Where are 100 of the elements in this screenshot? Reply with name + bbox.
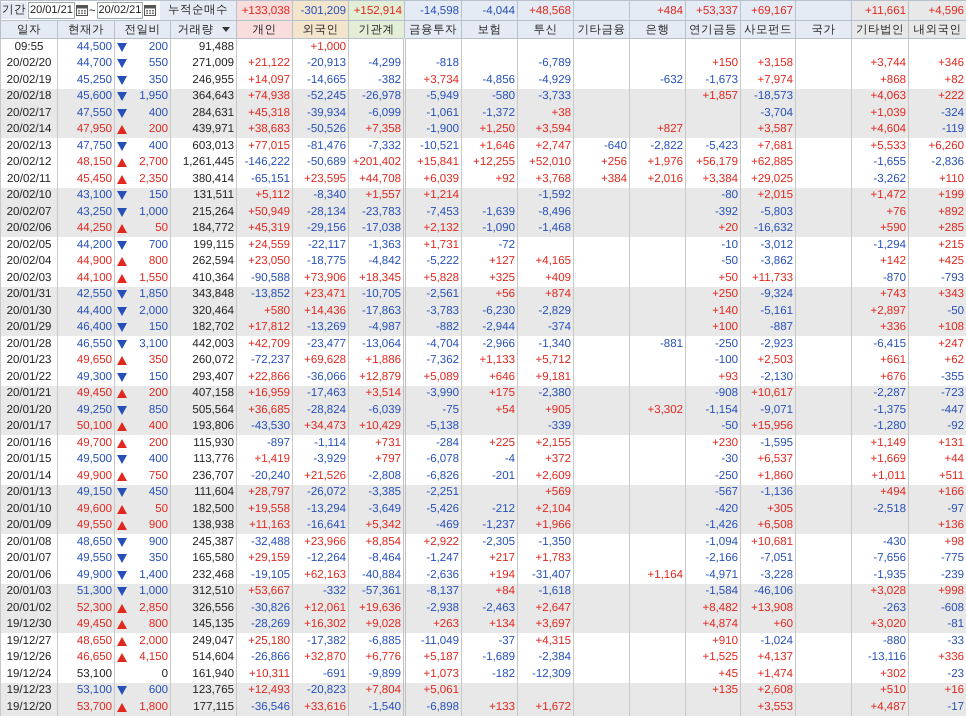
table-cell: +4,874	[686, 616, 740, 633]
column-header[interactable]: 금융투자	[404, 20, 462, 38]
change-value: 2,850	[139, 600, 168, 616]
table-cell: +29,159	[236, 550, 292, 567]
table-cell: +5,342	[348, 518, 404, 534]
table-cell: -1,237	[462, 518, 518, 534]
table-cell: 320,464	[170, 303, 236, 320]
change-value: 50	[155, 502, 168, 517]
table-cell: +1,525	[686, 650, 740, 666]
calendar-icon[interactable]	[144, 5, 156, 16]
table-cell: -1,350	[518, 534, 574, 550]
table-cell: +3,587	[740, 122, 796, 138]
table-cell: -3,649	[348, 501, 404, 518]
column-header[interactable]: 은행	[630, 20, 686, 38]
change-value: 400	[148, 138, 168, 154]
table-cell: -10,705	[348, 286, 404, 303]
change-value: 800	[148, 617, 168, 632]
table-cell: +38	[518, 105, 574, 122]
table-cell: 111,604	[170, 484, 236, 501]
table-cell: +372	[518, 452, 574, 468]
table-cell: 505,564	[170, 402, 236, 418]
table-cell: -2,305	[462, 534, 518, 550]
table-cell: -4,704	[404, 336, 462, 352]
table-cell: -3,990	[404, 386, 462, 402]
dropdown-caret-icon[interactable]	[222, 27, 230, 32]
table-cell: +1,557	[348, 188, 404, 204]
column-header[interactable]: 전일비	[114, 20, 170, 38]
table-cell: 20/02/17	[0, 105, 58, 122]
table-cell: +98	[908, 534, 966, 550]
change-value: 150	[148, 320, 168, 336]
column-header[interactable]: 기관계	[348, 20, 404, 38]
table-cell: -7,051	[740, 550, 796, 567]
column-header[interactable]: 거래량	[170, 20, 236, 38]
table-cell: +62,885	[740, 154, 796, 171]
column-header[interactable]: 국가	[796, 20, 852, 38]
table-cell: +54	[462, 402, 518, 418]
column-header[interactable]: 보험	[462, 20, 518, 38]
table-cell: 1,261,445	[170, 154, 236, 171]
table-cell: +1,000	[292, 38, 348, 56]
column-header[interactable]: 기타금융	[574, 20, 630, 38]
table-cell: -2,944	[462, 320, 518, 336]
table-cell: -469	[404, 518, 462, 534]
column-header[interactable]: 일자	[0, 20, 58, 38]
change-value: 1,000	[139, 584, 168, 600]
table-cell: 20/01/09	[0, 518, 58, 534]
table-cell: 48,150	[58, 154, 114, 171]
table-cell: +3,158	[740, 56, 796, 72]
column-header[interactable]: 투신	[518, 20, 574, 38]
range-separator: ~	[88, 4, 96, 16]
table-cell: +6,776	[348, 650, 404, 666]
table-cell: 177,115	[170, 699, 236, 716]
table-cell: 20/02/14	[0, 122, 58, 138]
table-cell: 364,643	[170, 88, 236, 105]
table-cell: +150	[686, 56, 740, 72]
table-cell: +45,318	[236, 105, 292, 122]
column-header[interactable]: 개인	[236, 20, 292, 38]
column-header[interactable]: 기타법인	[852, 20, 908, 38]
date-field[interactable]: 20/01/21	[28, 2, 75, 19]
column-header[interactable]: 현재가	[58, 20, 114, 38]
change-value: 350	[148, 551, 168, 566]
table-cell: +56	[462, 286, 518, 303]
table-cell: -392	[686, 204, 740, 220]
change-value: 150	[148, 370, 168, 385]
table-cell: -4	[462, 452, 518, 468]
calendar-icon[interactable]	[76, 5, 88, 16]
table-cell: +2,015	[740, 188, 796, 204]
change-value: 1,550	[139, 270, 168, 286]
table-cell: -46,106	[740, 584, 796, 600]
table-cell: -28,134	[292, 204, 348, 220]
table-cell: 20/01/30	[0, 303, 58, 320]
table-cell: -5,423	[686, 138, 740, 154]
table-cell: +2,608	[740, 682, 796, 699]
table-cell: -26,978	[348, 88, 404, 105]
table-cell: -2,166	[686, 550, 740, 567]
column-header[interactable]: 사모펀드	[740, 20, 796, 38]
table-cell: -5,138	[404, 418, 462, 435]
table-cell: -92	[908, 418, 966, 435]
table-cell: 47,550	[58, 105, 114, 122]
table-cell: -11,049	[404, 633, 462, 650]
table-cell: +4,604	[852, 122, 908, 138]
table-cell: +14,436	[292, 303, 348, 320]
table-cell: 09:55	[0, 38, 58, 56]
column-header[interactable]: 내외국인	[908, 20, 966, 38]
table-cell: +23,471	[292, 286, 348, 303]
change-value: 1,000	[139, 204, 168, 220]
table-cell: 20/01/29	[0, 320, 58, 336]
table-cell: 44,250	[58, 220, 114, 237]
table-cell: 184,772	[170, 220, 236, 237]
change-value: 0	[162, 666, 168, 682]
column-header[interactable]: 외국인	[292, 20, 348, 38]
table-cell: 44,500	[58, 38, 114, 56]
table-cell: -1,061	[404, 105, 462, 122]
table-cell: 50,100	[58, 418, 114, 435]
date-field[interactable]: 20/02/21	[96, 2, 144, 19]
change-value: 4,150	[139, 650, 168, 666]
table-cell: 182,500	[170, 501, 236, 518]
table-cell: +2,155	[518, 435, 574, 452]
table-cell: +142	[852, 254, 908, 270]
column-header[interactable]: 연기금등	[686, 20, 740, 38]
summary-value: -4,044	[462, 0, 518, 20]
